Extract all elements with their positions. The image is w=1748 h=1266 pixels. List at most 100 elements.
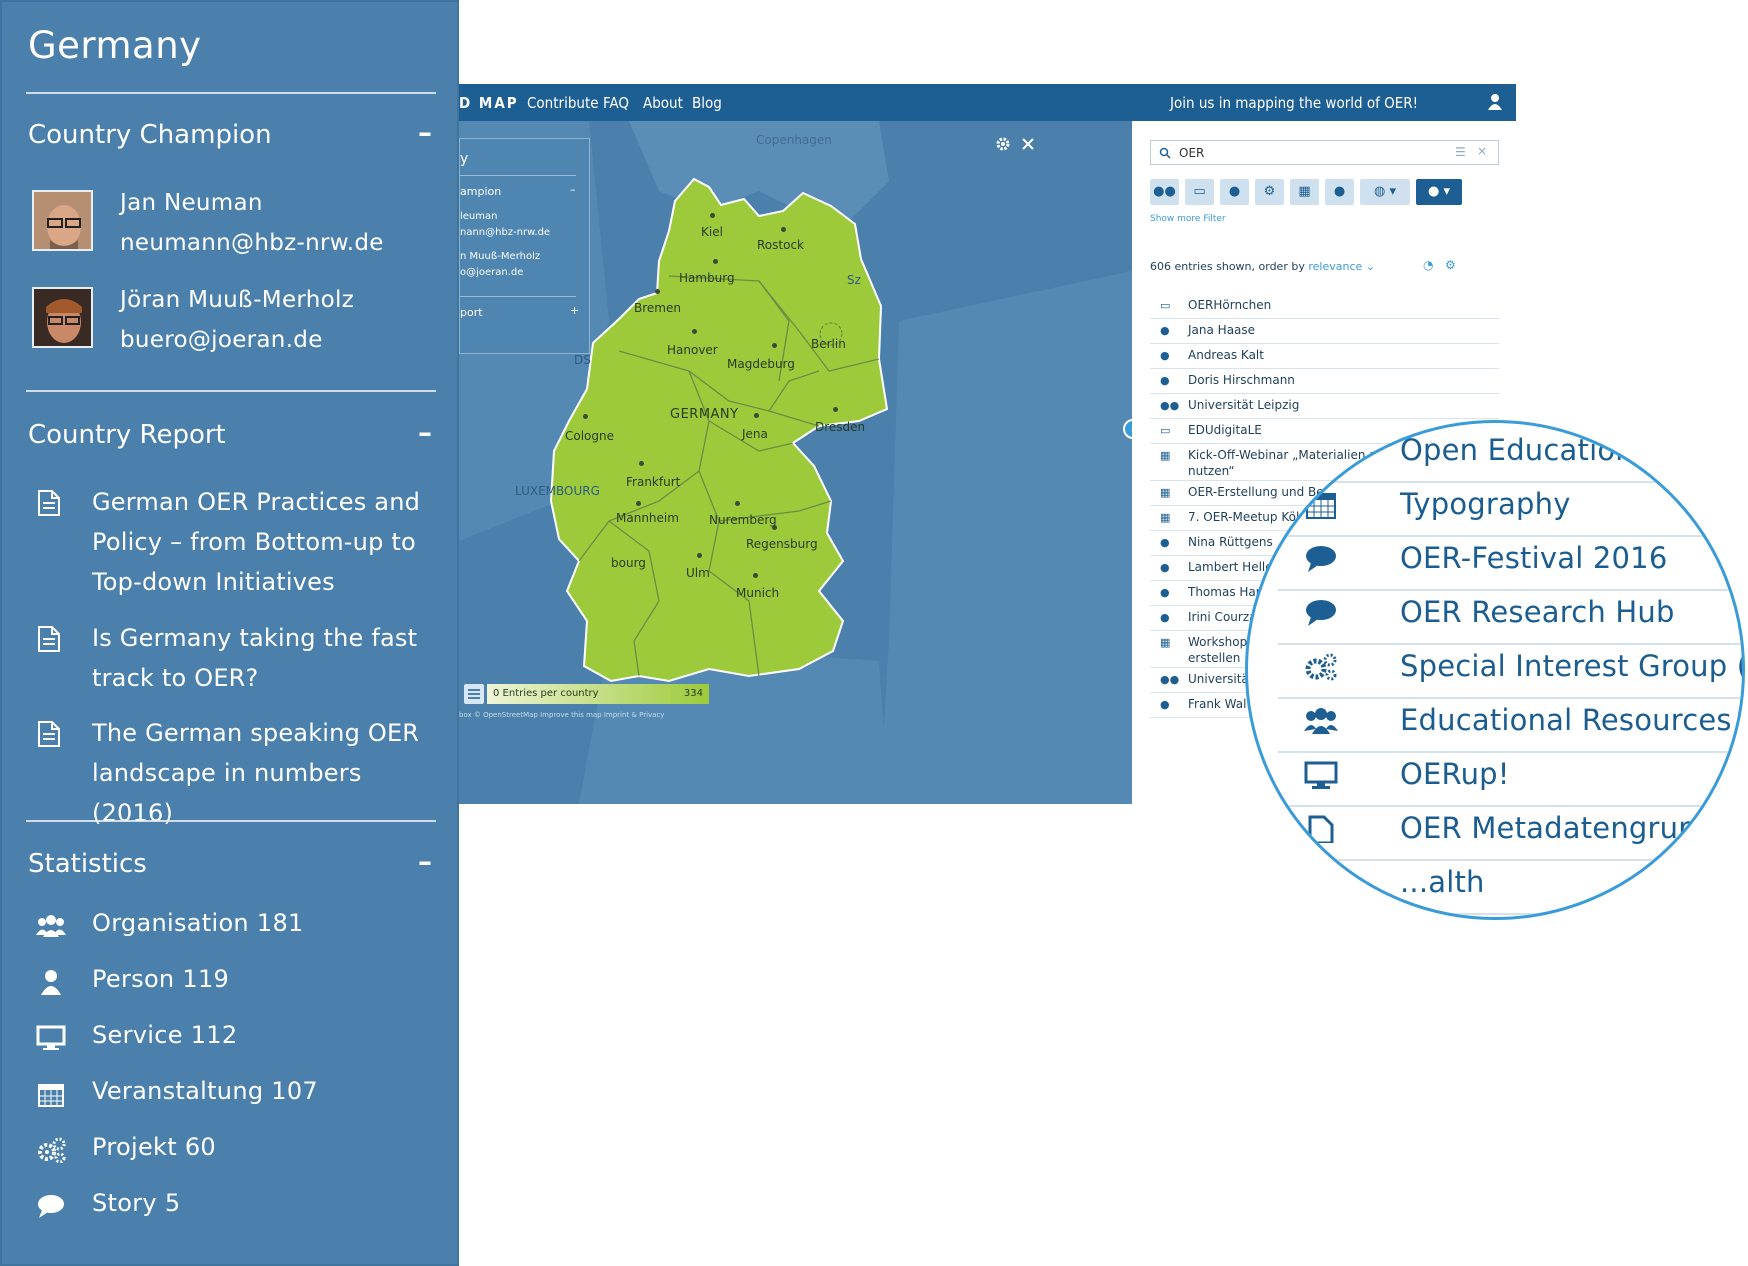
mini-toggle[interactable]: + [570, 304, 579, 317]
document-icon [38, 721, 60, 747]
close-icon[interactable] [1021, 137, 1035, 151]
top-navigation: D MAP Contribute FAQ About Blog Join us … [459, 84, 1516, 121]
city-mannheim: Mannheim [616, 511, 679, 525]
legend-toggle-button[interactable] [464, 684, 484, 704]
person-icon: ● [1160, 611, 1170, 624]
result-row[interactable]: ● Andreas Kalt [1150, 344, 1499, 369]
magnified-list-item[interactable]: ...alth [1278, 855, 1742, 915]
result-count: 606 entries shown, order by relevance ⌄ [1150, 260, 1375, 273]
magnified-list-item[interactable]: Special Interest Group (SIG) O [1278, 639, 1742, 699]
city-marker [754, 413, 759, 418]
champion-email[interactable]: neumann@hbz-nrw.de [120, 230, 384, 256]
person-icon: ● [1160, 374, 1170, 387]
settings-gear-icon[interactable]: ⚙ [1445, 258, 1456, 272]
result-row[interactable]: ●● Universität Leipzig [1150, 394, 1499, 419]
city-marker [735, 501, 740, 506]
result-row[interactable]: ● Doris Hirschmann [1150, 369, 1499, 394]
order-dropdown[interactable]: relevance [1308, 260, 1362, 273]
mini-section: ampion [460, 185, 502, 198]
result-row[interactable]: ● Jana Haase [1150, 319, 1499, 344]
stat-veranstaltung: Veranstaltung 107 [92, 1077, 318, 1105]
magnified-list-item[interactable]: OER-Festival 2016 [1278, 531, 1742, 591]
city-marker [639, 461, 644, 466]
list-view-icon[interactable]: ☰ [1455, 145, 1466, 159]
show-more-filter-link[interactable]: Show more Filter [1150, 214, 1226, 224]
city-magdeburg: Magdeburg [727, 357, 795, 371]
mini-toggle[interactable]: – [570, 183, 576, 196]
city-rostock: Rostock [757, 238, 804, 252]
filter-event-button[interactable]: ▦ [1290, 179, 1319, 205]
gears-icon [38, 1137, 66, 1163]
neighbour-label: Sz [847, 273, 861, 287]
divider [26, 820, 436, 822]
magnified-list-item[interactable]: OER Metadatengruppe [1278, 801, 1742, 861]
report-link[interactable]: Is Germany taking the fast track to OER? [92, 618, 442, 698]
stat-person: Person 119 [92, 965, 230, 993]
magnified-item-title: Open Educational R [1400, 433, 1690, 467]
clear-search-icon[interactable]: × [1477, 144, 1487, 158]
speech-bubble-icon [1304, 599, 1338, 627]
champion-name: Jan Neuman [120, 190, 263, 216]
magnified-item-title: OER Research Hub [1400, 595, 1675, 629]
filter-organisation-button[interactable]: ●● [1150, 179, 1179, 205]
result-title: Workshop [1188, 635, 1248, 649]
filter-story-button[interactable]: ● [1325, 179, 1354, 205]
magnifier-lens: Open Educational R Typography OER-Festival… [1245, 420, 1745, 920]
nav-blog[interactable]: Blog [692, 94, 722, 112]
report-collapse-toggle[interactable]: – [418, 416, 432, 449]
report-link[interactable]: German OER Practices and Policy – from B… [92, 482, 442, 602]
calendar-icon: ▦ [1160, 449, 1171, 462]
neighbour-label: DS [574, 353, 591, 367]
settings-gear-icon[interactable] [995, 136, 1011, 152]
champion-collapse-toggle[interactable]: – [418, 116, 432, 149]
filter-region-dropdown[interactable]: ◍ ▾ [1360, 179, 1410, 205]
city-bremen: Bremen [634, 301, 681, 315]
map-view[interactable]: Kiel Rostock Hamburg Bremen Berlin Hanov… [459, 121, 1132, 804]
magnified-list-item[interactable]: OER Research Hub [1278, 585, 1742, 645]
magnified-item-title: OERup! [1400, 757, 1510, 791]
group-icon [1304, 707, 1338, 735]
brand-logo[interactable]: D MAP [459, 94, 519, 112]
pie-chart-icon[interactable]: ◔ [1423, 258, 1433, 272]
report-link[interactable]: The German speaking OER landscape in num… [92, 713, 442, 833]
filter-project-button[interactable]: ⚙ [1255, 179, 1284, 205]
filter-tag-dropdown[interactable]: ● ▾ [1416, 179, 1462, 205]
champion-email[interactable]: buero@joeran.de [120, 327, 323, 353]
map-attribution[interactable]: box © OpenStreetMap Improve this map Imp… [459, 711, 664, 719]
search-value: OER [1179, 146, 1205, 160]
result-title: Jana Haase [1188, 323, 1256, 337]
result-count-text: 606 entries shown, order by [1150, 260, 1305, 273]
filter-person-button[interactable]: ● [1220, 179, 1249, 205]
nav-about[interactable]: About [643, 94, 683, 112]
mini-text: o@joeran.de [460, 267, 524, 278]
magnified-list-item[interactable]: OERup! [1278, 747, 1742, 807]
divider [26, 390, 436, 392]
tagline[interactable]: Join us in mapping the world of OER! [1170, 94, 1418, 112]
result-row[interactable]: ▭ OERHörnchen [1150, 294, 1499, 319]
city-ulm: Ulm [686, 566, 710, 580]
user-icon[interactable] [1488, 94, 1502, 110]
magnified-list-item[interactable]: Open Educational R [1278, 423, 1742, 483]
magnified-list-item[interactable]: Educational Resources [1278, 693, 1742, 753]
calendar-icon [1304, 491, 1338, 519]
legend-label: 0 Entries per country [493, 688, 599, 699]
statistics-collapse-toggle[interactable]: – [418, 845, 432, 878]
speech-bubble-icon [1304, 545, 1338, 573]
city-marker [781, 227, 786, 232]
city-jena: Jena [742, 427, 768, 441]
nav-contribute[interactable]: Contribute [527, 94, 599, 112]
nav-faq[interactable]: FAQ [603, 94, 629, 112]
filter-service-button[interactable]: ▭ [1185, 179, 1214, 205]
search-input[interactable]: OER ☰ × [1150, 140, 1499, 165]
city-hanover: Hanover [667, 343, 718, 357]
person-icon: ● [1160, 561, 1170, 574]
stat-service: Service 112 [92, 1021, 238, 1049]
result-title: Thomas Hap [1188, 585, 1264, 599]
group-icon [36, 915, 66, 937]
magnified-list-item[interactable]: Typography [1278, 477, 1742, 537]
result-title: Universität Leipzig [1188, 398, 1300, 412]
mini-section: port [460, 306, 483, 319]
document-icon [1304, 815, 1338, 845]
mini-title: y [460, 151, 469, 167]
city-marker [692, 329, 697, 334]
